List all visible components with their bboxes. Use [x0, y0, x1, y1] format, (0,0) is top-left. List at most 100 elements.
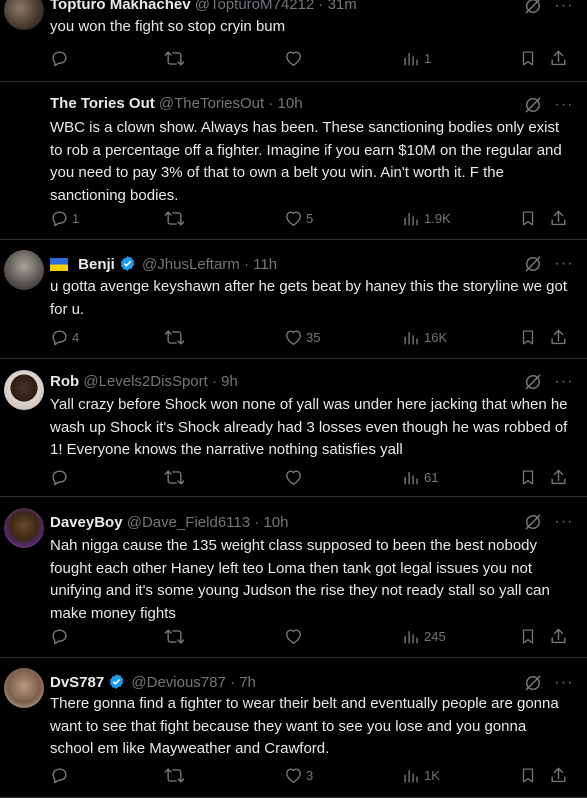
display-name[interactable]: Benji — [78, 256, 115, 273]
bookmark-button[interactable] — [519, 48, 537, 68]
like-button[interactable] — [284, 467, 306, 487]
reply-tweet[interactable]: Rob @Levels2DisSport · 9h ··· Yall crazy… — [0, 359, 587, 497]
views-button[interactable]: 1 — [402, 48, 431, 68]
bookmark-icon — [519, 468, 537, 487]
like-button[interactable] — [284, 626, 306, 646]
retweet-icon — [164, 766, 185, 785]
retweet-icon — [164, 328, 185, 347]
retweet-button[interactable] — [164, 626, 188, 646]
display-name[interactable]: DaveyBoy — [50, 514, 123, 531]
action-bar: 245 — [0, 626, 587, 646]
views-button[interactable]: 61 — [402, 467, 438, 487]
more-options-icon[interactable]: ··· — [553, 673, 575, 693]
ukraine-flag-icon — [50, 258, 68, 275]
share-button[interactable] — [549, 48, 568, 68]
reply-icon — [50, 468, 69, 487]
reply-tweet[interactable]: Topturo Makhachev @TopturoM74212 · 31m ·… — [0, 0, 587, 82]
more-options-icon[interactable]: ··· — [553, 0, 575, 16]
view-count: 1 — [424, 50, 432, 66]
reply-button[interactable] — [50, 467, 72, 487]
avatar[interactable] — [4, 0, 44, 30]
reply-button[interactable]: 1 — [50, 208, 79, 228]
like-button[interactable]: 35 — [284, 327, 320, 347]
share-icon — [549, 209, 568, 228]
share-button[interactable] — [549, 327, 568, 347]
share-button[interactable] — [549, 765, 568, 785]
action-bar: 1 5 1.9K — [0, 208, 587, 228]
display-name[interactable]: Topturo Makhachev — [50, 0, 191, 13]
more-options-icon[interactable]: ··· — [553, 372, 575, 392]
more-options-icon[interactable]: ··· — [553, 512, 575, 532]
share-button[interactable] — [549, 208, 568, 228]
heart-icon — [284, 627, 303, 646]
timestamp[interactable]: 10h — [278, 95, 303, 112]
retweet-button[interactable] — [164, 48, 188, 68]
user-handle[interactable]: @TopturoM74212 — [195, 0, 314, 13]
verified-badge-icon — [108, 673, 125, 694]
tweet-text: WBC is a clown show. Always has been. Th… — [50, 119, 562, 204]
user-handle[interactable]: @JhusLeftarm — [142, 256, 240, 273]
reply-button[interactable] — [50, 48, 72, 68]
views-button[interactable]: 16K — [402, 327, 447, 347]
avatar[interactable] — [4, 92, 44, 132]
bookmark-button[interactable] — [519, 327, 537, 347]
share-icon — [549, 627, 568, 646]
timestamp[interactable]: 10h — [263, 514, 288, 531]
like-count: 5 — [306, 210, 314, 226]
avatar[interactable] — [4, 250, 44, 290]
timestamp[interactable]: 7h — [239, 674, 256, 691]
retweet-button[interactable] — [164, 208, 188, 228]
share-icon — [549, 766, 568, 785]
views-button[interactable]: 245 — [402, 626, 446, 646]
timestamp[interactable]: 9h — [221, 373, 238, 390]
reply-button[interactable] — [50, 626, 72, 646]
tweet-header: Topturo Makhachev @TopturoM74212 · 31m — [50, 0, 527, 13]
separator-dot: · — [318, 0, 324, 13]
grok-icon[interactable] — [523, 95, 543, 115]
grok-icon[interactable] — [523, 0, 543, 16]
more-options-icon[interactable]: ··· — [553, 254, 575, 274]
avatar[interactable] — [4, 668, 44, 708]
reply-button[interactable] — [50, 765, 72, 785]
bookmark-button[interactable] — [519, 208, 537, 228]
bookmark-button[interactable] — [519, 467, 537, 487]
user-handle[interactable]: @Devious787 — [131, 674, 225, 691]
retweet-button[interactable] — [164, 327, 188, 347]
views-button[interactable]: 1K — [402, 765, 440, 785]
grok-icon[interactable] — [523, 673, 543, 693]
reply-tweet[interactable]: DaveyBoy @Dave_Field6113 · 10h ··· Nah n… — [0, 497, 587, 658]
grok-icon[interactable] — [523, 512, 543, 532]
bookmark-button[interactable] — [519, 765, 537, 785]
display-name[interactable]: Rob — [50, 373, 79, 390]
retweet-button[interactable] — [164, 467, 188, 487]
user-handle[interactable]: @TheToriesOut — [159, 95, 264, 112]
views-button[interactable]: 1.9K — [402, 208, 451, 228]
like-button[interactable]: 5 — [284, 208, 313, 228]
avatar[interactable] — [4, 370, 44, 410]
grok-icon[interactable] — [523, 372, 543, 392]
like-button[interactable]: 3 — [284, 765, 313, 785]
reply-count: 1 — [72, 210, 80, 226]
retweet-button[interactable] — [164, 765, 188, 785]
user-handle[interactable]: @Dave_Field6113 — [127, 514, 250, 531]
tweet-text: Yall crazy before Shock won none of yall… — [50, 396, 568, 458]
reply-tweet[interactable]: Benji @JhusLeftarm · 11h ··· u gotta ave… — [0, 240, 587, 359]
reply-tweet[interactable]: The Tories Out @TheToriesOut · 10h ··· W… — [0, 82, 587, 240]
reply-tweet[interactable]: DvS787 @Devious787 · 7h ··· There gonna … — [0, 658, 587, 798]
avatar[interactable] — [4, 508, 44, 548]
bookmark-icon — [519, 766, 537, 785]
timestamp[interactable]: 11h — [253, 256, 277, 273]
share-button[interactable] — [549, 626, 568, 646]
more-options-icon[interactable]: ··· — [553, 95, 575, 115]
reply-button[interactable]: 4 — [50, 327, 79, 347]
display-name[interactable]: DvS787 — [50, 674, 104, 691]
action-bar: 1 — [0, 48, 587, 68]
grok-icon[interactable] — [523, 254, 543, 274]
view-count: 1K — [424, 767, 440, 783]
display-name[interactable]: The Tories Out — [50, 95, 155, 112]
timestamp[interactable]: 31m — [328, 0, 357, 13]
user-handle[interactable]: @Levels2DisSport — [83, 373, 207, 390]
bookmark-button[interactable] — [519, 626, 537, 646]
share-button[interactable] — [549, 467, 568, 487]
like-button[interactable] — [284, 48, 306, 68]
